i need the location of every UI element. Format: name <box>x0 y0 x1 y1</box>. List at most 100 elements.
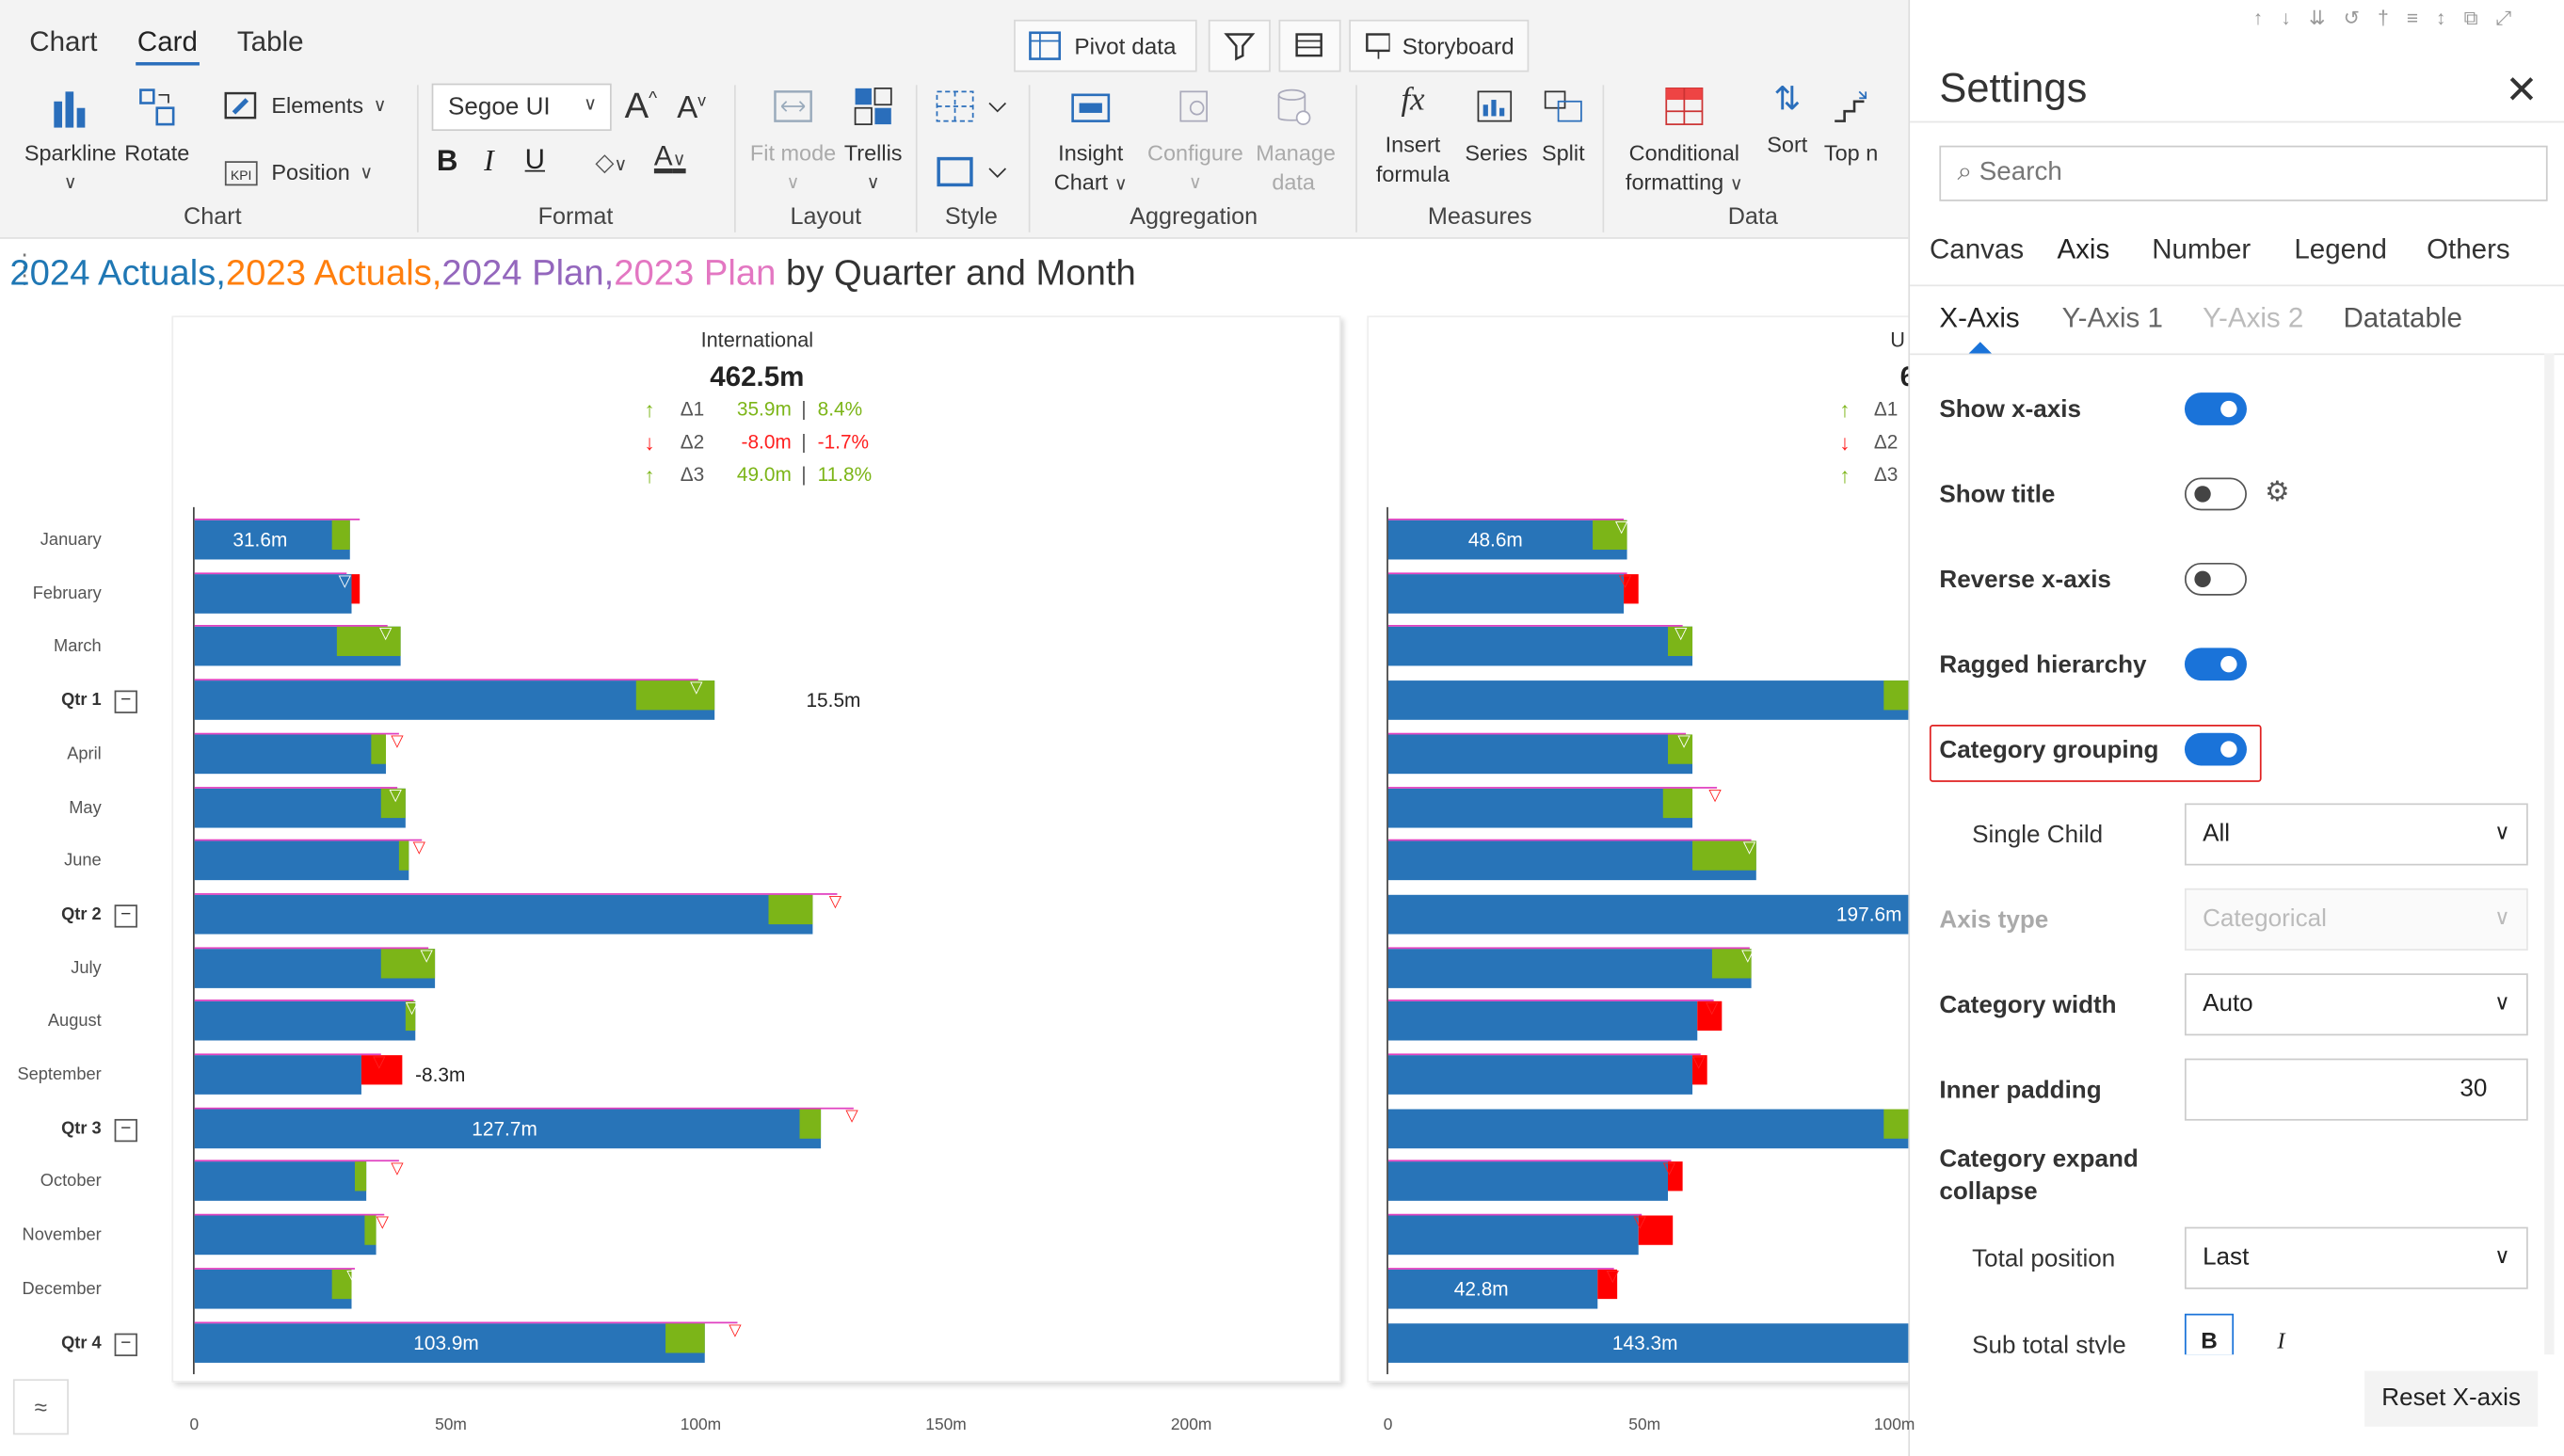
table-edit-button[interactable] <box>1278 19 1341 72</box>
chart-label: Chart <box>1053 169 1109 195</box>
scrollbar[interactable] <box>2544 353 2555 1355</box>
trellis-button[interactable]: Trellis ∨ <box>841 85 905 198</box>
insight-chart-button[interactable]: Insight Chart ∨ <box>1047 85 1135 200</box>
show-title-toggle[interactable] <box>2184 477 2247 511</box>
underline-icon[interactable]: U <box>525 144 545 177</box>
data-label: data <box>1272 169 1315 195</box>
storyboard-button[interactable]: Storyboard <box>1349 19 1530 72</box>
inner-padding-input[interactable]: 30 <box>2184 1058 2528 1121</box>
plan-reference-line <box>1387 519 1624 520</box>
tab-table[interactable]: Table <box>237 26 304 59</box>
divider <box>1910 120 2564 123</box>
table-edit-icon <box>1295 33 1322 57</box>
svg-text:KPI: KPI <box>231 168 251 183</box>
group-divider <box>734 85 736 232</box>
plan-reference-line <box>194 519 360 520</box>
subtab-y-axis-2[interactable]: Y-Axis 2 <box>2203 303 2303 336</box>
axis-type-select[interactable]: Categorical ∨ <box>2184 888 2528 951</box>
fit-mode-button[interactable]: Fit mode ∨ <box>745 85 841 198</box>
sort-button[interactable]: ⇅ Sort <box>1763 81 1812 160</box>
elements-button[interactable]: Elements ∨ <box>222 88 399 124</box>
chevron-down-icon: ∨ <box>1114 174 1128 195</box>
grid-style-icon[interactable] <box>936 88 1011 133</box>
font-family-select[interactable]: Segoe UI ∨ <box>431 83 612 132</box>
position-button[interactable]: KPI Position ∨ <box>222 157 399 190</box>
delta-value: -8.0m <box>741 430 792 454</box>
variance-positive <box>332 520 350 551</box>
tab-others[interactable]: Others <box>2427 234 2510 267</box>
filter-icon <box>1224 33 1256 61</box>
border-style-icon[interactable] <box>936 153 1011 198</box>
trellis-icon <box>854 87 892 125</box>
pivot-data-button[interactable]: Pivot data <box>1014 19 1197 72</box>
series-button[interactable]: Series <box>1464 85 1529 168</box>
search-placeholder: Search <box>1979 158 2062 187</box>
close-icon[interactable]: ✕ <box>2505 72 2538 111</box>
rotate-button[interactable]: Rotate <box>121 85 193 168</box>
tab-axis[interactable]: Axis <box>2057 234 2109 267</box>
tab-legend[interactable]: Legend <box>2294 234 2387 267</box>
italic-style-button[interactable]: I <box>2256 1319 2305 1358</box>
conditional-formatting-button[interactable]: Conditional formatting ∨ <box>1612 85 1756 200</box>
tab-card[interactable]: Card <box>137 26 198 59</box>
plan-marker-icon: ▽ <box>351 519 364 537</box>
bold-icon[interactable]: B <box>437 144 458 179</box>
tab-number[interactable]: Number <box>2152 234 2251 267</box>
configure-axis-button[interactable]: Configure ∨ <box>1142 85 1250 198</box>
subtab-y-axis-1[interactable]: Y-Axis 1 <box>2062 303 2163 336</box>
panel-toolbar-icons[interactable]: ↑↓⇊↺†≡↕⧉⤢ <box>2253 7 2530 31</box>
bar <box>1387 1001 1698 1042</box>
italic-icon[interactable]: I <box>484 144 493 179</box>
font-size-increase-icon[interactable]: A^ <box>625 85 658 127</box>
variance-positive <box>363 1215 377 1245</box>
category-grouping-toggle[interactable] <box>2184 732 2247 766</box>
font-color-icon[interactable]: A∨ <box>654 140 686 173</box>
sparkline-button[interactable]: Sparkline ∨ <box>23 85 118 198</box>
fill-color-icon[interactable]: ◇∨ <box>595 147 627 177</box>
reverse-x-axis-toggle[interactable] <box>2184 562 2247 596</box>
inner-padding-value: 30 <box>2460 1074 2488 1103</box>
card-title: International <box>700 328 814 352</box>
font-size-decrease-icon[interactable]: Av <box>677 91 706 127</box>
analytics-icon[interactable]: ≈ <box>12 1379 69 1435</box>
series-icon <box>1477 90 1513 122</box>
ribbon: Chart Card Table Pivot data Storyboard S… <box>0 0 1909 239</box>
delta-value: 49.0m <box>736 462 792 487</box>
plan-marker-icon: ▽ <box>389 786 402 805</box>
search-input[interactable]: ⌕ Search <box>1939 145 2548 201</box>
arrow-down-icon: ↓ <box>1839 430 1851 456</box>
subtab-x-axis[interactable]: X-Axis <box>1939 303 2019 336</box>
gear-icon[interactable]: ⚙ <box>2265 476 2289 509</box>
ragged-hierarchy-toggle[interactable] <box>2184 648 2247 681</box>
sort-icon: ⇅ <box>1773 81 1802 119</box>
filter-button[interactable] <box>1208 19 1271 72</box>
data-label: -8.3m <box>415 1063 466 1087</box>
tab-chart[interactable]: Chart <box>29 26 97 59</box>
insert-formula-button[interactable]: fx Insert formula <box>1367 84 1458 189</box>
plan-marker-icon: ▽ <box>1677 732 1691 751</box>
bar <box>1387 1215 1639 1256</box>
show-x-axis-toggle[interactable] <box>2184 392 2247 425</box>
kpi-icon: KPI <box>224 161 258 186</box>
bar <box>194 1215 377 1256</box>
arrow-down-icon: ↓ <box>644 430 655 456</box>
reverse-x-axis-label: Reverse x-axis <box>1939 566 2111 594</box>
top-n-button[interactable]: Top n <box>1819 85 1883 168</box>
reset-x-axis-button[interactable]: Reset X-axis <box>2364 1370 2539 1427</box>
position-label: Position <box>271 160 350 185</box>
split-button[interactable]: Split <box>1534 85 1594 168</box>
delta-label: Δ1 <box>680 397 705 421</box>
single-child-select[interactable]: All ∨ <box>2184 803 2528 866</box>
tab-canvas[interactable]: Canvas <box>1930 234 2024 267</box>
sparkline-label: Sparkline <box>24 140 117 166</box>
total-position-select[interactable]: Last ∨ <box>2184 1226 2528 1289</box>
group-label-layout: Layout <box>790 204 862 232</box>
manage-data-button[interactable]: Manage data <box>1256 85 1336 198</box>
category-width-select[interactable]: Auto ∨ <box>2184 973 2528 1036</box>
bold-style-button[interactable]: B <box>2184 1313 2235 1356</box>
bar <box>1387 1108 1909 1148</box>
category-label: Qtr 4 <box>61 1332 102 1352</box>
plan-marker-icon: ▽ <box>1692 1053 1706 1072</box>
subtab-datatable[interactable]: Datatable <box>2343 303 2461 336</box>
variance-positive <box>665 1322 705 1352</box>
